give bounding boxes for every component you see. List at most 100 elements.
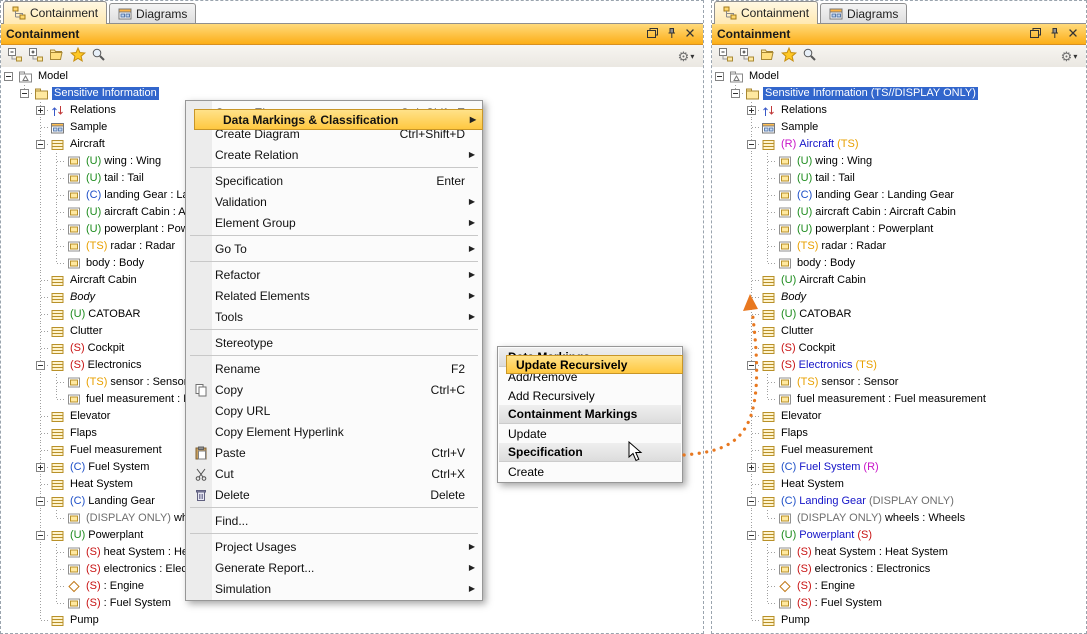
collapse-handle[interactable] <box>747 361 756 370</box>
menu-item-related-elements[interactable]: Related Elements▶ <box>187 285 481 306</box>
menu-item-element-group[interactable]: Element Group▶ <box>187 212 481 233</box>
collapse-handle[interactable] <box>36 140 45 149</box>
tab-containment[interactable]: Containment <box>714 1 818 24</box>
expand-handle[interactable] <box>36 463 45 472</box>
expand-handle[interactable] <box>747 463 756 472</box>
panel-title: Containment <box>717 27 790 41</box>
tree-item[interactable]: (U)Aircraft Cabin <box>712 272 1086 289</box>
expand-handle[interactable] <box>36 106 45 115</box>
collapse-handle[interactable] <box>20 89 29 98</box>
tree-item[interactable]: (DISPLAY ONLY)wheels : Wheels <box>712 510 1086 527</box>
tree-item[interactable]: (C)Landing Gear(DISPLAY ONLY) <box>712 493 1086 510</box>
close-button[interactable] <box>682 27 698 42</box>
float-button[interactable] <box>644 27 660 42</box>
tree-item[interactable]: body : Body <box>712 255 1086 272</box>
tree-item[interactable]: Model <box>1 68 703 85</box>
expand-handle[interactable] <box>747 106 756 115</box>
expand-all-button[interactable] <box>25 47 46 67</box>
float-button[interactable] <box>1027 27 1043 42</box>
favorites-button[interactable] <box>778 47 799 67</box>
menu-item-copy-url[interactable]: Copy URL <box>187 400 481 421</box>
expand-all-button[interactable] <box>736 47 757 67</box>
menu-item-specification[interactable]: SpecificationEnter <box>187 170 481 191</box>
tree-item[interactable]: Clutter <box>712 323 1086 340</box>
pin-button[interactable] <box>1046 27 1062 42</box>
tree-item[interactable]: (U)Powerplant(S) <box>712 527 1086 544</box>
tree-item[interactable]: (U)CATOBAR <box>712 306 1086 323</box>
tree-item[interactable]: fuel measurement : Fuel measurement <box>712 391 1086 408</box>
submenu-item-add-recursively[interactable]: Add Recursively <box>499 386 681 405</box>
menu-item-rename[interactable]: RenameF2 <box>187 358 481 379</box>
tree-item[interactable]: Body <box>712 289 1086 306</box>
tree-item[interactable]: (S)heat System : Heat System <box>712 544 1086 561</box>
menu-item-copy-element-hyperlink[interactable]: Copy Element Hyperlink <box>187 421 481 442</box>
collapse-handle[interactable] <box>715 72 724 81</box>
menu-item-tools[interactable]: Tools▶ <box>187 306 481 327</box>
menu-item-cut[interactable]: CutCtrl+X <box>187 463 481 484</box>
tree-item[interactable]: (C)Fuel System(R) <box>712 459 1086 476</box>
menu-item-project-usages[interactable]: Project Usages▶ <box>187 536 481 557</box>
close-button[interactable] <box>1065 27 1081 42</box>
collapse-all-button[interactable] <box>4 47 25 67</box>
collapse-all-button[interactable] <box>715 47 736 67</box>
menu-item-copy[interactable]: CopyCtrl+C <box>187 379 481 400</box>
tree-item[interactable]: (TS)radar : Radar <box>712 238 1086 255</box>
menu-item-data-markings-classification[interactable]: Data Markings & Classification▶ <box>194 109 483 130</box>
search-button[interactable] <box>88 47 109 67</box>
tree-item[interactable]: Sensitive Information (TS//DISPLAY ONLY) <box>712 85 1086 102</box>
menu-item-go-to[interactable]: Go To▶ <box>187 238 481 259</box>
menu-item-refactor[interactable]: Refactor▶ <box>187 264 481 285</box>
tree-item[interactable]: (U)powerplant : Powerplant <box>712 221 1086 238</box>
collapse-handle[interactable] <box>731 89 740 98</box>
tab-containment[interactable]: Containment <box>3 1 107 24</box>
submenu-item-update[interactable]: Update <box>499 424 681 443</box>
menu-item-generate-report[interactable]: Generate Report...▶ <box>187 557 481 578</box>
submenu-item-update-recursively[interactable]: Update Recursively <box>506 355 683 374</box>
tree-item[interactable]: Sample <box>712 119 1086 136</box>
part-icon <box>65 239 82 254</box>
tree-item[interactable]: Heat System <box>712 476 1086 493</box>
menu-item-validation[interactable]: Validation▶ <box>187 191 481 212</box>
favorites-button[interactable] <box>67 47 88 67</box>
tree-item[interactable]: (R)Aircraft(TS) <box>712 136 1086 153</box>
tree-item[interactable]: (C)landing Gear : Landing Gear <box>712 187 1086 204</box>
menu-item-delete[interactable]: DeleteDelete <box>187 484 481 505</box>
submenu-item-create[interactable]: Create <box>499 462 681 481</box>
collapse-handle[interactable] <box>4 72 13 81</box>
tree-item[interactable]: (U)tail : Tail <box>712 170 1086 187</box>
tree-item[interactable]: Pump <box>1 612 703 629</box>
tree-item[interactable]: Model <box>712 68 1086 85</box>
menu-item-paste[interactable]: PasteCtrl+V <box>187 442 481 463</box>
collapse-handle[interactable] <box>747 531 756 540</box>
tree-item[interactable]: (S): Engine <box>712 578 1086 595</box>
tree-item[interactable]: Fuel measurement <box>712 442 1086 459</box>
menu-item-find[interactable]: Find... <box>187 510 481 531</box>
settings-button[interactable]: ⚙▾ <box>1055 47 1083 67</box>
tree-item[interactable]: (S)electronics : Electronics <box>712 561 1086 578</box>
tree-item[interactable]: Flaps <box>712 425 1086 442</box>
tree-item[interactable]: Relations <box>712 102 1086 119</box>
menu-item-simulation[interactable]: Simulation▶ <box>187 578 481 599</box>
collapse-handle[interactable] <box>36 497 45 506</box>
open-folder-button[interactable] <box>757 47 778 67</box>
search-button[interactable] <box>799 47 820 67</box>
menu-item-stereotype[interactable]: Stereotype <box>187 332 481 353</box>
tree-item[interactable]: Elevator <box>712 408 1086 425</box>
tab-diagrams[interactable]: Diagrams <box>109 3 196 23</box>
menu-item-create-relation[interactable]: Create Relation▶ <box>187 144 481 165</box>
collapse-handle[interactable] <box>747 140 756 149</box>
tree-item[interactable]: (TS)sensor : Sensor <box>712 374 1086 391</box>
settings-button[interactable]: ⚙▾ <box>672 47 700 67</box>
pin-button[interactable] <box>663 27 679 42</box>
tab-diagrams[interactable]: Diagrams <box>820 3 907 23</box>
tree-item[interactable]: (U)aircraft Cabin : Aircraft Cabin <box>712 204 1086 221</box>
open-folder-button[interactable] <box>46 47 67 67</box>
collapse-handle[interactable] <box>747 497 756 506</box>
tree-item[interactable]: (S)Cockpit <box>712 340 1086 357</box>
tree-item[interactable]: (S)Electronics(TS) <box>712 357 1086 374</box>
tree-item[interactable]: (S): Fuel System <box>712 595 1086 612</box>
collapse-handle[interactable] <box>36 531 45 540</box>
tree-item[interactable]: (U)wing : Wing <box>712 153 1086 170</box>
collapse-handle[interactable] <box>36 361 45 370</box>
tree-item[interactable]: Pump <box>712 612 1086 629</box>
